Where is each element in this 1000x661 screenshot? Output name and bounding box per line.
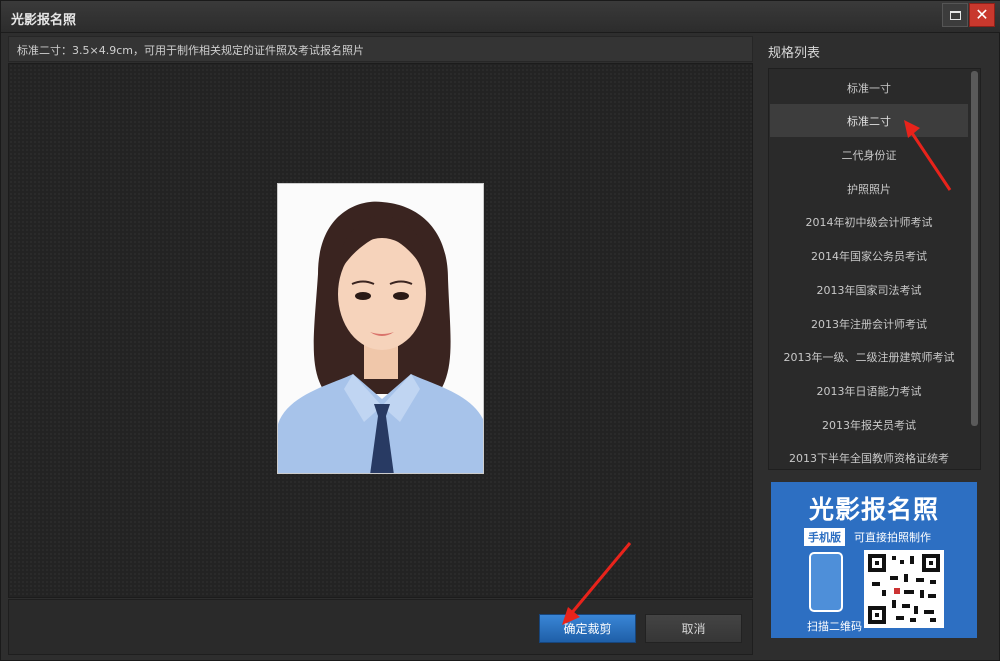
close-icon: ✕: [975, 5, 989, 24]
main-window: 光影报名照 ✕ 标准二寸：3.5×4.9cm，可用于制作相关规定的证件照及考试报…: [0, 0, 1000, 661]
close-button[interactable]: ✕: [969, 3, 995, 27]
scrollbar-thumb[interactable]: [971, 71, 978, 426]
spec-item[interactable]: 2014年初中级会计师考试: [770, 205, 968, 238]
spec-item[interactable]: 2013年报关员考试: [770, 408, 968, 441]
spec-item[interactable]: 2014年国家公务员考试: [770, 239, 968, 272]
spec-item[interactable]: 2013下半年全国教师资格证统考: [770, 441, 968, 469]
spec-list-scrollbar[interactable]: [969, 69, 980, 469]
promo-tag: 手机版: [804, 528, 845, 546]
promo-banner[interactable]: 光影报名照 手机版 可直接拍照制作 扫描二维码: [771, 482, 977, 638]
promo-title: 光影报名照: [808, 495, 939, 524]
spec-description: 标准二寸：3.5×4.9cm，可用于制作相关规定的证件照及考试报名照片: [17, 44, 364, 57]
maximize-icon: [949, 10, 961, 20]
spec-info-bar: 标准二寸：3.5×4.9cm，可用于制作相关规定的证件照及考试报名照片: [8, 36, 753, 62]
window-title: 光影报名照: [11, 13, 77, 28]
phone-icon: [809, 552, 843, 612]
qr-code-icon: [864, 550, 944, 628]
action-bar: 确定裁剪 取消: [8, 599, 753, 655]
promo-subtitle: 可直接拍照制作: [854, 531, 931, 544]
spec-item[interactable]: 2013年国家司法考试: [770, 273, 968, 306]
annotation-arrow-icon: [562, 542, 632, 625]
spec-item[interactable]: 2013年日语能力考试: [770, 374, 968, 407]
spec-list-title: 规格列表: [768, 46, 821, 61]
id-photo-preview[interactable]: [277, 183, 484, 474]
title-bar[interactable]: 光影报名照 ✕: [1, 1, 1000, 33]
annotation-arrow-icon: [904, 120, 952, 191]
portrait-image: [278, 184, 483, 473]
qr-caption: 扫描二维码: [807, 620, 862, 633]
spec-item[interactable]: 2013年注册会计师考试: [770, 307, 968, 340]
maximize-button[interactable]: [942, 3, 968, 27]
spec-item[interactable]: 标准一寸: [770, 71, 968, 104]
cancel-button[interactable]: 取消: [645, 614, 742, 643]
spec-item[interactable]: 2013年一级、二级注册建筑师考试: [770, 340, 968, 373]
